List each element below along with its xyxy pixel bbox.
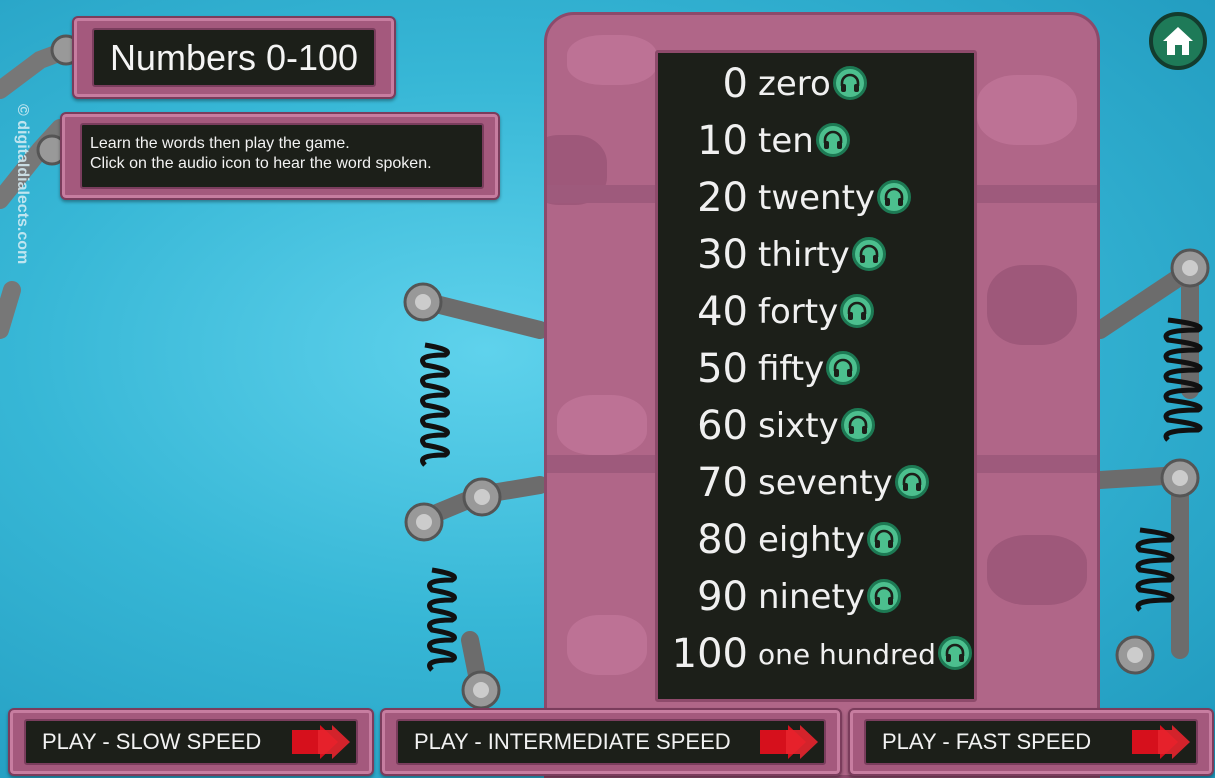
number-word: one hundred (758, 626, 972, 683)
number-word: ninety (758, 569, 901, 626)
number-word: ten (758, 113, 850, 170)
number-word: thirty (758, 227, 886, 284)
number-list: 0 zero 10 ten 20 twenty 30 thirty 40 for… (655, 50, 977, 702)
number-value: 60 (697, 403, 748, 449)
number-value: 90 (697, 574, 748, 620)
instructions-box: Learn the words then play the game. Clic… (80, 123, 484, 189)
play-slow-button[interactable]: PLAY - SLOW SPEED (8, 708, 374, 776)
number-row-50: 50 fifty (658, 341, 974, 398)
number-row-10: 10 ten (658, 113, 974, 170)
headphones-icon[interactable] (937, 636, 972, 670)
headphones-icon[interactable] (815, 122, 850, 157)
home-icon (1163, 27, 1193, 55)
instructions-line-1: Learn the words then play the game. (90, 135, 350, 152)
number-row-0: 0 zero (658, 56, 974, 113)
title-panel: Numbers 0-100 (72, 16, 396, 99)
headphones-icon[interactable] (877, 179, 912, 214)
play-intermediate-label: PLAY - INTERMEDIATE SPEED (414, 729, 731, 754)
double-arrow-icon (760, 725, 818, 759)
number-word: twenty (758, 170, 912, 227)
home-button[interactable] (1149, 12, 1207, 70)
number-value: 100 (671, 631, 748, 677)
number-value: 20 (697, 175, 748, 221)
instructions-line-2: Click on the audio icon to hear the word… (90, 155, 432, 172)
headphones-icon[interactable] (894, 464, 929, 499)
number-value: 0 (722, 61, 748, 107)
headphones-icon[interactable] (840, 293, 875, 328)
number-row-40: 40 forty (658, 284, 974, 341)
number-word: forty (758, 284, 875, 341)
headphones-icon[interactable] (832, 65, 867, 100)
number-row-20: 20 twenty (658, 170, 974, 227)
double-arrow-icon (292, 725, 350, 759)
number-value: 30 (697, 232, 748, 278)
number-row-30: 30 thirty (658, 227, 974, 284)
robot-arm-left-decoration (0, 34, 549, 710)
play-fast-button[interactable]: PLAY - FAST SPEED (848, 708, 1214, 776)
number-value: 50 (697, 346, 748, 392)
headphones-icon[interactable] (826, 350, 861, 385)
headphones-icon[interactable] (840, 407, 875, 442)
number-word: seventy (758, 455, 929, 512)
number-row-80: 80 eighty (658, 512, 974, 569)
number-row-70: 70 seventy (658, 455, 974, 512)
number-word: zero (758, 56, 867, 113)
number-word: fifty (758, 341, 861, 398)
number-row-100: 100 one hundred (658, 626, 974, 683)
instructions-panel: Learn the words then play the game. Clic… (60, 112, 500, 200)
number-value: 70 (697, 460, 748, 506)
double-arrow-icon (1132, 725, 1190, 759)
number-value: 40 (697, 289, 748, 335)
robot-arm-right-decoration (1091, 248, 1210, 675)
play-intermediate-button[interactable]: PLAY - INTERMEDIATE SPEED (380, 708, 842, 776)
number-word: sixty (758, 398, 875, 455)
headphones-icon[interactable] (866, 578, 901, 613)
title-box: Numbers 0-100 (92, 28, 376, 87)
number-word: eighty (758, 512, 901, 569)
headphones-icon[interactable] (851, 236, 886, 271)
number-row-90: 90 ninety (658, 569, 974, 626)
headphones-icon[interactable] (866, 521, 901, 556)
number-value: 80 (697, 517, 748, 563)
number-value: 10 (697, 118, 748, 164)
number-row-60: 60 sixty (658, 398, 974, 455)
play-slow-label: PLAY - SLOW SPEED (42, 729, 262, 754)
play-fast-label: PLAY - FAST SPEED (882, 729, 1092, 754)
watermark: © digitaldialects.com (14, 104, 31, 265)
page-title: Numbers 0-100 (109, 36, 359, 78)
